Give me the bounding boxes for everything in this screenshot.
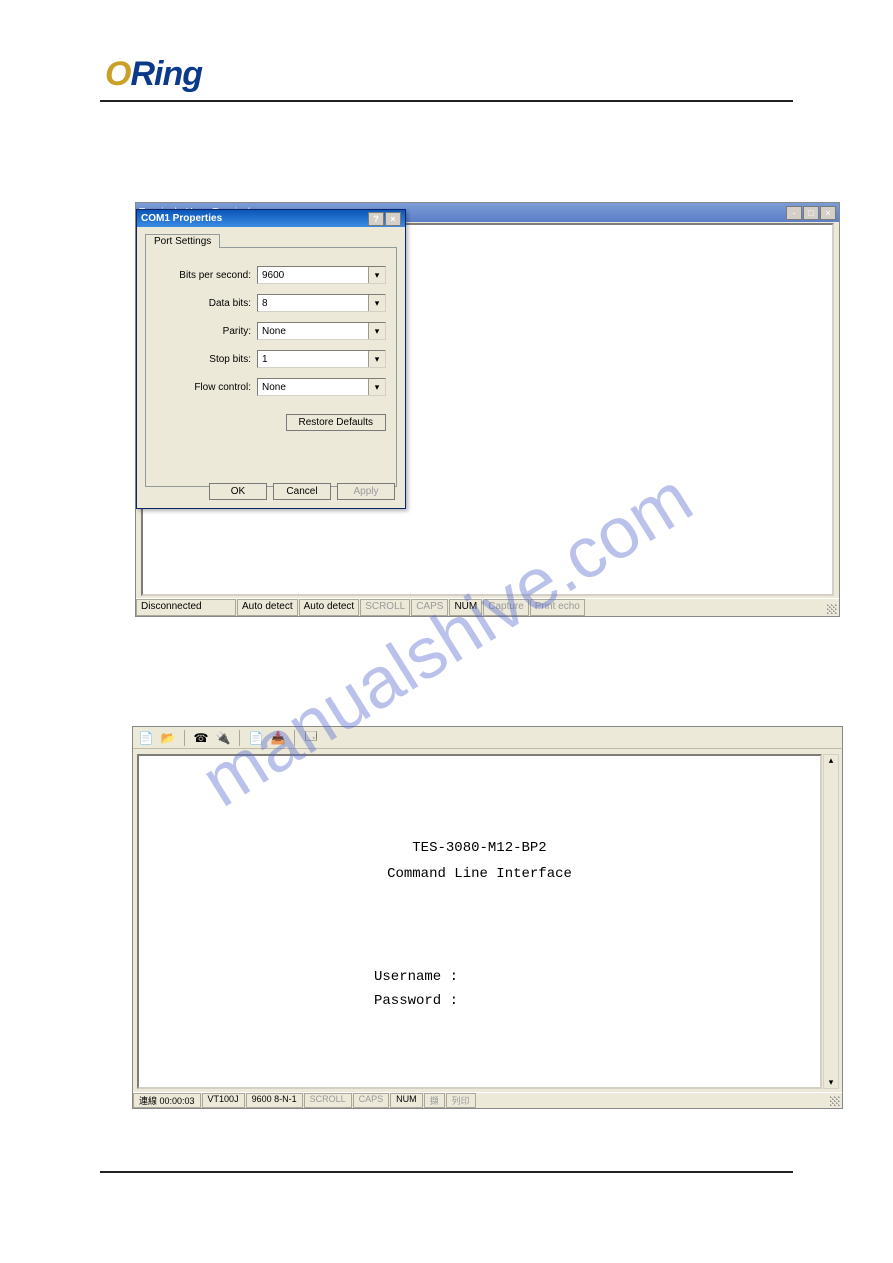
flowcontrol-label: Flow control: bbox=[156, 382, 251, 393]
status-capture: 擷 bbox=[424, 1093, 445, 1108]
dialog-titlebar[interactable]: COM1 Properties ? × bbox=[137, 210, 405, 227]
parity-value: None bbox=[262, 326, 286, 337]
status-caps: CAPS bbox=[411, 599, 448, 616]
bps-value: 9600 bbox=[262, 270, 284, 281]
properties-icon[interactable]: 🗔 bbox=[303, 730, 319, 746]
bps-select[interactable]: 9600 bbox=[257, 266, 386, 284]
apply-button[interactable]: Apply bbox=[337, 483, 395, 500]
password-prompt: Password : bbox=[374, 990, 820, 1014]
flowcontrol-value: None bbox=[262, 382, 286, 393]
stopbits-label: Stop bits: bbox=[156, 354, 251, 365]
bps-label: Bits per second: bbox=[156, 270, 251, 281]
resize-grip-icon[interactable] bbox=[824, 1093, 842, 1108]
terminal-output[interactable]: TES-3080-M12-BP2 Command Line Interface … bbox=[137, 754, 822, 1089]
minimize-icon[interactable]: - bbox=[786, 206, 802, 220]
databits-label: Data bits: bbox=[156, 298, 251, 309]
separator-icon bbox=[294, 730, 295, 746]
maximize-icon[interactable]: □ bbox=[803, 206, 819, 220]
device-name: TES-3080-M12-BP2 bbox=[139, 840, 820, 856]
tab-port-settings[interactable]: Port Settings bbox=[145, 234, 220, 248]
status-connection: 連線 00:00:03 bbox=[133, 1093, 201, 1108]
status-printecho: Print echo bbox=[530, 599, 585, 616]
status-num: NUM bbox=[449, 599, 482, 616]
username-prompt: Username : bbox=[374, 966, 820, 990]
parity-label: Parity: bbox=[156, 326, 251, 337]
status-config: 9600 8-N-1 bbox=[246, 1093, 303, 1108]
scrollbar[interactable] bbox=[823, 754, 839, 1089]
cli-subtitle: Command Line Interface bbox=[139, 866, 820, 882]
separator-icon bbox=[184, 730, 185, 746]
hyperterminal-window: Terminal - HyperTerminal - □ × COM1 Prop… bbox=[135, 202, 840, 617]
status-emulation: VT100J bbox=[202, 1093, 245, 1108]
disconnect-icon[interactable]: 🔌 bbox=[215, 730, 231, 746]
status-autodetect1: Auto detect bbox=[237, 599, 298, 616]
page-header: ORing bbox=[0, 0, 893, 94]
ok-button[interactable]: OK bbox=[209, 483, 267, 500]
databits-select[interactable]: 8 bbox=[257, 294, 386, 312]
statusbar: 連線 00:00:03 VT100J 9600 8-N-1 SCROLL CAP… bbox=[133, 1092, 842, 1108]
status-caps: CAPS bbox=[353, 1093, 390, 1108]
tab-body: Bits per second: 9600 Data bits: 8 Parit… bbox=[145, 247, 397, 487]
close-icon[interactable]: × bbox=[820, 206, 836, 220]
toolbar: 📄 📂 ☎ 🔌 📄 📥 🗔 bbox=[133, 727, 842, 749]
databits-value: 8 bbox=[262, 298, 268, 309]
status-printecho: 列印 bbox=[446, 1093, 476, 1108]
resize-grip-icon[interactable] bbox=[821, 599, 839, 616]
new-file-icon[interactable]: 📄 bbox=[138, 730, 154, 746]
footer-rule bbox=[100, 1171, 793, 1173]
help-icon[interactable]: ? bbox=[368, 212, 384, 226]
separator-icon bbox=[239, 730, 240, 746]
open-file-icon[interactable]: 📂 bbox=[160, 730, 176, 746]
stopbits-select[interactable]: 1 bbox=[257, 350, 386, 368]
dialog-title: COM1 Properties bbox=[141, 213, 222, 224]
logo-word-ring: Ring bbox=[130, 55, 202, 93]
stopbits-value: 1 bbox=[262, 354, 268, 365]
status-capture: Capture bbox=[483, 599, 529, 616]
hyperterminal-window-2: 📄 📂 ☎ 🔌 📄 📥 🗔 TES-3080-M12-BP2 Command L… bbox=[132, 726, 843, 1109]
status-connection: Disconnected bbox=[136, 599, 236, 616]
status-num: NUM bbox=[390, 1093, 423, 1108]
status-scroll: SCROLL bbox=[304, 1093, 352, 1108]
status-autodetect2: Auto detect bbox=[299, 599, 360, 616]
com1-properties-dialog: COM1 Properties ? × Port Settings Bits p… bbox=[136, 209, 406, 509]
close-icon[interactable]: × bbox=[385, 212, 401, 226]
flowcontrol-select[interactable]: None bbox=[257, 378, 386, 396]
cancel-button[interactable]: Cancel bbox=[273, 483, 331, 500]
header-rule bbox=[100, 100, 793, 102]
status-scroll: SCROLL bbox=[360, 599, 410, 616]
parity-select[interactable]: None bbox=[257, 322, 386, 340]
restore-defaults-button[interactable]: Restore Defaults bbox=[286, 414, 386, 431]
brand-logo: ORing bbox=[105, 55, 793, 94]
connect-icon[interactable]: ☎ bbox=[193, 730, 209, 746]
receive-icon[interactable]: 📥 bbox=[270, 730, 286, 746]
logo-letter-o: O bbox=[105, 55, 130, 93]
send-icon[interactable]: 📄 bbox=[248, 730, 264, 746]
statusbar: Disconnected Auto detect Auto detect SCR… bbox=[136, 598, 839, 616]
